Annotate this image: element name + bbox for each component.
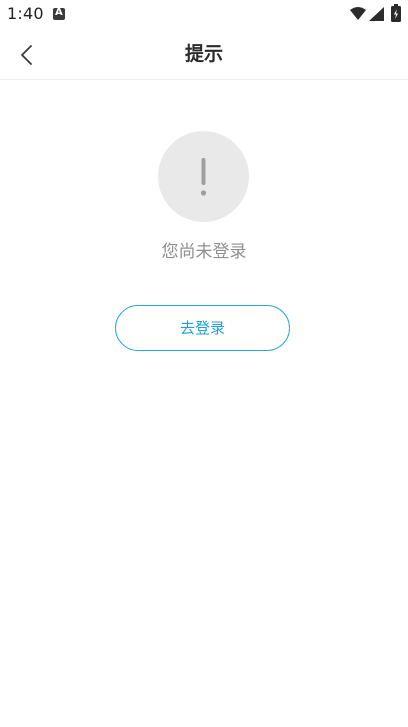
empty-state-message: 您尚未登录 [161,242,247,262]
page-title: 提示 [184,43,223,65]
cell-signal-icon [369,6,384,25]
status-time: 1:40 [7,4,44,23]
exclamation-icon [200,158,207,196]
wifi-icon [350,6,366,25]
status-bar: 1:40 [0,0,408,28]
battery-icon [391,4,401,26]
alert-circle [158,131,249,222]
a-notification-icon [53,7,65,20]
title-bar: 提示 [0,28,408,80]
login-button[interactable]: 去登录 [115,305,290,351]
